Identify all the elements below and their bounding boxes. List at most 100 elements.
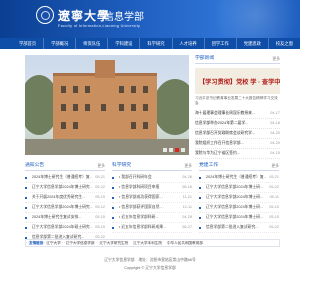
- list-item[interactable]: 关于开展2024年度优秀研究生... 05-15: [25, 193, 105, 203]
- nav-item-overview[interactable]: 学部概况: [43, 38, 75, 49]
- list-item-title[interactable]: • 近五年信息学部科研成果...: [119, 223, 179, 232]
- list-item-title[interactable]: 2024年博士研究生（普通招考）复...: [32, 173, 92, 182]
- list-item-title[interactable]: 2024年博士研究生复试安排...: [32, 213, 92, 222]
- list-item[interactable]: • 信息学部成功获得国家... 11-21: [112, 193, 192, 203]
- friendly-link[interactable]: 辽宁大学信息学部: [66, 241, 95, 246]
- news-more-link[interactable]: 更多: [272, 55, 280, 63]
- list-item[interactable]: 海十届理事会理事长周昆乐教授来... 04-17: [195, 109, 280, 119]
- slide-dot[interactable]: [181, 148, 185, 152]
- nav-item-research[interactable]: 科学研究: [139, 38, 171, 49]
- list-item[interactable]: 信息学部第二批进入复试研究... 05-22: [199, 223, 279, 233]
- party-more-link[interactable]: 更多: [271, 162, 279, 170]
- list-item-title[interactable]: 辽宁大学信息学部2024年博士研...: [206, 183, 266, 192]
- list-item-date: 04-16: [270, 121, 280, 125]
- list-item-title[interactable]: 2024年博士研究生（普通招考）复...: [206, 173, 266, 182]
- list-item[interactable]: • 我部召开科研年会 04-26: [112, 173, 192, 183]
- list-item-title[interactable]: 辽宁大学信息学部2024年博士研...: [206, 213, 266, 222]
- list-item-title[interactable]: 关于开展2024年度优秀研究生...: [32, 193, 92, 202]
- list-item-title[interactable]: 我院与华为辽宁省区签约...: [195, 149, 261, 158]
- nav-item-student-work[interactable]: 团学工作: [203, 38, 236, 49]
- nav-item-alumni[interactable]: 校友之窗: [267, 38, 300, 49]
- news-feature-caption[interactable]: 习近平总书记教育事业发展二十大报告精神学习交流会: [195, 96, 280, 106]
- friendly-link[interactable]: 辽宁大学研究生院: [100, 241, 129, 246]
- list-item-title[interactable]: • 近五年信息学部科研...: [119, 213, 179, 222]
- news-panel-title: 学部新闻 更多: [195, 55, 280, 64]
- slide-dot-active[interactable]: [175, 148, 179, 152]
- list-item-date: 05-15: [269, 215, 279, 219]
- list-item-title[interactable]: • 信息学部获评国家自然...: [119, 203, 179, 212]
- notices-more-link[interactable]: 更多: [97, 162, 105, 170]
- list-item-title[interactable]: 信息学部召开党政联席会议研究学...: [195, 129, 261, 138]
- university-seal-icon[interactable]: [36, 6, 54, 24]
- window: [143, 122, 148, 129]
- list-item[interactable]: 信息学部召开党政联席会议研究学... 04-20: [195, 129, 280, 139]
- list-item[interactable]: • 近五年信息学部科研成果... 06-27: [112, 223, 192, 233]
- friendly-links-bar: 友情链接 辽宁大学 辽宁大学信息学部 辽宁大学研究生院 辽宁大学本科生院 中华人…: [25, 239, 280, 247]
- research-panel-title: 科学研究 更多: [112, 162, 192, 171]
- list-item[interactable]: 我院组织工作召开信息学部... 04-20: [195, 139, 280, 149]
- list-item-title[interactable]: • 我部召开科研年会: [119, 173, 179, 182]
- list-item[interactable]: 辽宁大学信息学部2024年博士研... 05-11: [199, 193, 279, 203]
- friendly-link[interactable]: 辽宁大学本科生院: [133, 241, 162, 246]
- list-item[interactable]: • 近五年信息学部科研... 04-28: [112, 213, 192, 223]
- research-more-link[interactable]: 更多: [184, 162, 192, 170]
- list-item-date: 05-15: [95, 215, 105, 219]
- list-item[interactable]: 2024年博士研究生（普通招考）复... 05-21: [25, 173, 105, 183]
- campus-photo-slideshow[interactable]: [25, 55, 189, 155]
- list-item-title[interactable]: 辽宁大学信息学部2024年硕士研究...: [32, 223, 92, 232]
- list-item-title[interactable]: 信息学部第二批进入复试研究...: [206, 223, 266, 232]
- list-item-title[interactable]: • 信息学部科研项目申报: [119, 183, 179, 192]
- nav-item-party-building[interactable]: 党建思政: [235, 38, 268, 49]
- list-item-title[interactable]: 辽宁大学信息学部2024年博士研...: [206, 203, 266, 212]
- list-item[interactable]: 辽宁大学信息学部2024年博士研究... 05-22: [25, 183, 105, 193]
- list-item-title[interactable]: 我院组织工作召开信息学部...: [195, 139, 261, 148]
- slide-dot[interactable]: [163, 148, 167, 152]
- news-feature-text: 【学习贯彻】党校 学 · 查学中国...: [199, 79, 280, 86]
- list-item[interactable]: • 信息学部科研项目申报 06-16: [112, 183, 192, 193]
- list-item-date: 05-21: [269, 175, 279, 179]
- nav-item-faculty[interactable]: 师资队伍: [75, 38, 107, 49]
- list-item-title[interactable]: 海十届理事会理事长周昆乐教授来...: [195, 109, 261, 118]
- list-item[interactable]: • 信息学部获评国家自然... 12-11: [112, 203, 192, 213]
- window: [143, 86, 148, 93]
- list-item-date: 05-15: [95, 195, 105, 199]
- nav-item-home[interactable]: 学部首页: [12, 38, 43, 49]
- friendly-link[interactable]: 辽宁大学: [46, 241, 60, 246]
- slide-dot[interactable]: [169, 148, 173, 152]
- list-item-title[interactable]: 信息学部举办2024年第二届学...: [195, 119, 261, 128]
- friendly-link[interactable]: 中华人民共和国教育部: [167, 241, 203, 246]
- nav-item-disciplines[interactable]: 学科建设: [107, 38, 139, 49]
- nav-item-education[interactable]: 人才培养: [171, 38, 204, 49]
- list-item-date: 05-12: [95, 205, 105, 209]
- english-name: Faculty of Information,Liaoning Universi…: [58, 24, 141, 28]
- list-item[interactable]: 2024年博士研究生（普通招考）复... 05-21: [199, 173, 279, 183]
- party-list: 2024年博士研究生（普通招考）复... 05-21 辽宁大学信息学部2024年博…: [199, 173, 279, 233]
- list-item[interactable]: 2024年博士研究生复试安排... 05-15: [25, 213, 105, 223]
- list-item[interactable]: 信息学部举办2024年第二届学... 04-16: [195, 119, 280, 129]
- list-item[interactable]: 我院与华为辽宁省区签约... 04-15: [195, 149, 280, 159]
- notices-title: 通知公告: [25, 163, 45, 168]
- list-item[interactable]: 辽宁大学信息学部2024年博士研究... 05-12: [25, 203, 105, 213]
- list-item-date: 04-26: [182, 175, 192, 179]
- list-item-title[interactable]: 辽宁大学信息学部2024年博士研究...: [32, 183, 92, 192]
- news-feature-image[interactable]: 【学习贯彻】党校 学 · 查学中国...: [195, 68, 280, 94]
- party-title: 党建工作: [199, 163, 219, 168]
- list-item-date: 05-15: [269, 205, 279, 209]
- list-item-date: 11-21: [182, 195, 192, 199]
- school-name[interactable]: 遼寧大學: [58, 7, 110, 24]
- list-item-title[interactable]: 辽宁大学信息学部2024年博士研究...: [32, 203, 92, 212]
- notices-panel-title: 通知公告 更多: [25, 162, 105, 171]
- list-item-title[interactable]: 辽宁大学信息学部2024年博士研...: [206, 193, 266, 202]
- list-item[interactable]: 辽宁大学信息学部2024年博士研... 05-15: [199, 213, 279, 223]
- list-item[interactable]: 辽宁大学信息学部2024年博士研... 05-15: [199, 203, 279, 213]
- party-panel-title: 党建工作 更多: [199, 162, 279, 171]
- department-name[interactable]: 信息学部: [104, 8, 144, 23]
- news-title: 学部新闻: [195, 56, 215, 61]
- news-panel: 学部新闻 更多 【学习贯彻】党校 学 · 查学中国... 习近平总书记教育事业发…: [195, 55, 280, 159]
- list-item[interactable]: 辽宁大学信息学部2024年硕士研究... 05-15: [25, 223, 105, 233]
- list-item-date: 05-22: [269, 185, 279, 189]
- list-item-date: 05-21: [95, 175, 105, 179]
- list-item[interactable]: 辽宁大学信息学部2024年博士研... 05-22: [199, 183, 279, 193]
- footer-copyright: Copyright © 辽宁大学信息学部: [124, 266, 176, 270]
- list-item-title[interactable]: • 信息学部成功获得国家...: [119, 193, 179, 202]
